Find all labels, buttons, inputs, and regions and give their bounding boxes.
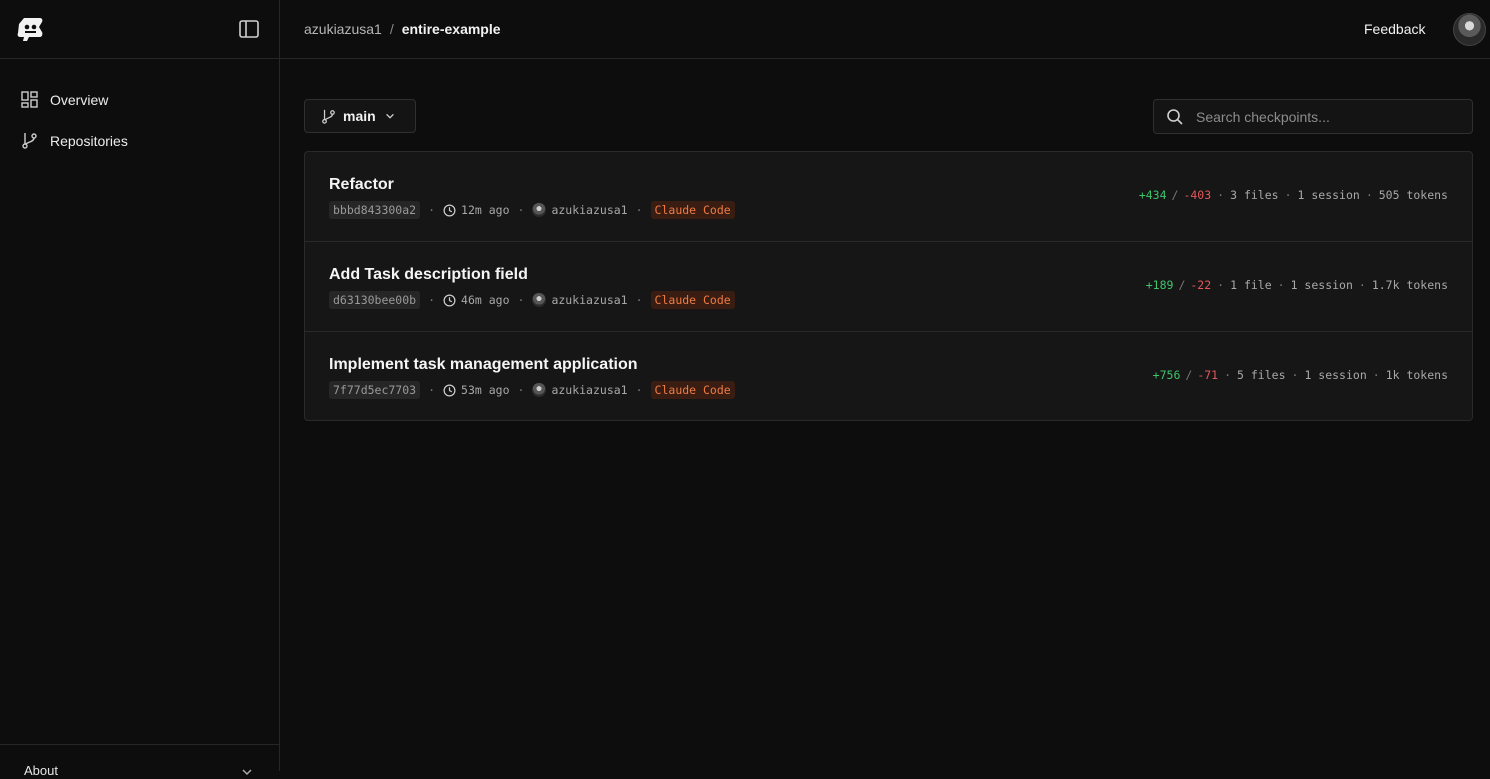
tokens-count: 1k tokens	[1385, 368, 1448, 382]
author-avatar	[532, 293, 547, 307]
additions-count: +189	[1145, 278, 1174, 292]
additions-count: +434	[1138, 188, 1167, 202]
checkpoint-time: 46m ago	[461, 293, 510, 307]
top-bar: azukiazusa1 / entire-example Feedback	[280, 0, 1490, 59]
sessions-count: 1 session	[1297, 188, 1360, 202]
checkpoint-author: azukiazusa1	[551, 293, 628, 307]
checkpoint-list: Refactor bbbd843300a2 · 12m ago · azukia…	[304, 151, 1473, 421]
commit-hash[interactable]: bbbd843300a2	[329, 201, 421, 219]
chevron-down-icon	[242, 769, 252, 776]
sidebar: Overview Repositories About	[0, 0, 280, 778]
sidebar-item-label: Overview	[50, 91, 109, 108]
clock-icon	[443, 294, 456, 306]
commit-hash[interactable]: 7f77d5ec7703	[329, 381, 421, 399]
checkpoint-meta: d63130bee00b · 46m ago · azukiazusa1 · C…	[329, 291, 735, 309]
checkpoint-time: 12m ago	[461, 203, 510, 217]
additions-count: +756	[1152, 368, 1181, 382]
sidebar-footer[interactable]: About	[0, 744, 279, 778]
checkpoint-time: 53m ago	[461, 383, 510, 397]
sidebar-item-repositories[interactable]: Repositories	[0, 120, 279, 161]
author-avatar	[532, 203, 547, 217]
checkpoint-row[interactable]: Implement task management application 7f…	[305, 332, 1472, 420]
search-box	[1153, 99, 1473, 134]
files-count: 1 file	[1230, 278, 1272, 292]
sidebar-header	[0, 0, 279, 59]
files-count: 3 files	[1230, 188, 1279, 202]
agent-badge: Claude Code	[650, 381, 735, 399]
branch-selector[interactable]: main	[304, 99, 416, 133]
agent-badge: Claude Code	[650, 291, 735, 309]
git-branch-icon	[20, 132, 38, 150]
sidebar-item-label: Repositories	[50, 132, 128, 149]
clock-icon	[443, 204, 456, 216]
feedback-button[interactable]: Feedback	[1364, 21, 1425, 37]
checkpoint-author: azukiazusa1	[551, 383, 628, 397]
avatar[interactable]	[1453, 13, 1486, 46]
branch-name: main	[343, 108, 376, 124]
deletions-count: -22	[1190, 278, 1212, 292]
checkpoint-row[interactable]: Refactor bbbd843300a2 · 12m ago · azukia…	[305, 152, 1472, 242]
chevron-down-icon	[385, 113, 394, 119]
checkpoint-title: Implement task management application	[329, 356, 638, 373]
search-input[interactable]	[1194, 107, 1458, 126]
tokens-count: 505 tokens	[1378, 188, 1448, 202]
commit-hash[interactable]: d63130bee00b	[329, 291, 421, 309]
git-branch-icon	[322, 109, 335, 124]
sessions-count: 1 session	[1304, 368, 1367, 382]
checkpoint-stats: +756 / -71 · 5 files · 1 session · 1k to…	[1152, 368, 1448, 382]
search-icon	[1167, 108, 1183, 125]
sidebar-nav: Overview Repositories	[0, 59, 279, 161]
checkpoint-stats: +434 / -403 · 3 files · 1 session · 505 …	[1138, 188, 1448, 202]
sidebar-toggle-icon[interactable]	[238, 19, 260, 39]
author-avatar	[532, 383, 547, 397]
entire-logo-icon[interactable]	[15, 15, 45, 45]
agent-badge: Claude Code	[650, 201, 735, 219]
breadcrumb-repo[interactable]: entire-example	[402, 21, 501, 37]
tokens-count: 1.7k tokens	[1371, 278, 1448, 292]
sidebar-item-overview[interactable]: Overview	[0, 79, 279, 120]
deletions-count: -403	[1183, 188, 1212, 202]
checkpoint-title: Add Task description field	[329, 266, 528, 283]
files-count: 5 files	[1237, 368, 1286, 382]
checkpoint-row[interactable]: Add Task description field d63130bee00b …	[305, 242, 1472, 332]
checkpoint-meta: 7f77d5ec7703 · 53m ago · azukiazusa1 · C…	[329, 381, 735, 399]
clock-icon	[443, 384, 456, 396]
checkpoint-title: Refactor	[329, 176, 394, 193]
deletions-count: -71	[1197, 368, 1219, 382]
checkpoint-meta: bbbd843300a2 · 12m ago · azukiazusa1 · C…	[329, 201, 735, 219]
breadcrumb-separator: /	[389, 21, 394, 37]
breadcrumb-owner[interactable]: azukiazusa1	[304, 21, 382, 37]
checkpoint-stats: +189 / -22 · 1 file · 1 session · 1.7k t…	[1145, 278, 1448, 292]
dashboard-grid-icon	[20, 91, 38, 109]
sessions-count: 1 session	[1290, 278, 1353, 292]
checkpoint-author: azukiazusa1	[551, 203, 628, 217]
breadcrumb: azukiazusa1 / entire-example	[304, 21, 501, 37]
